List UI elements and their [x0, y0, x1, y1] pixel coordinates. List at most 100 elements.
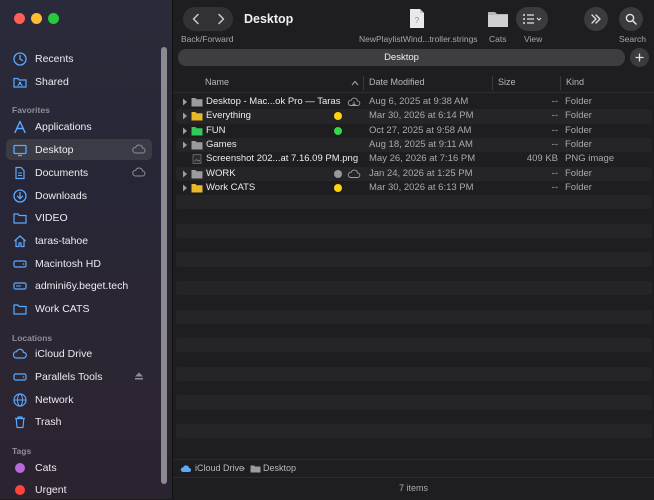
sidebar: Recents Shared Favorites Applications De…	[0, 0, 173, 499]
strings-file-icon[interactable]: ?	[409, 8, 425, 29]
minimize-window-button[interactable]	[31, 13, 42, 24]
yellow-folder-icon	[191, 112, 203, 121]
sidebar-item-label: Parallels Tools	[35, 370, 103, 383]
cloud-icon	[347, 169, 361, 178]
sidebar-item-macintosh-hd[interactable]: Macintosh HD	[6, 253, 152, 274]
disclosure-triangle-icon[interactable]	[182, 127, 188, 135]
server-drive-icon	[13, 279, 27, 293]
view-button[interactable]	[516, 7, 548, 31]
column-divider[interactable]	[492, 76, 493, 90]
status-bar: 7 items	[173, 477, 654, 500]
file-row[interactable]: Screenshot 202...at 7.16.09 PM.png May 26…	[176, 152, 652, 166]
path-item-icloud-drive[interactable]: iCloud Drive	[195, 463, 244, 473]
file-size: --	[551, 167, 558, 179]
empty-row	[176, 252, 652, 267]
empty-row	[176, 381, 652, 395]
item-count: 7 items	[398, 483, 428, 493]
sidebar-item-label: Trash	[35, 415, 62, 428]
sidebar-tag-urgent[interactable]: Urgent	[6, 479, 152, 500]
disclosure-triangle-icon[interactable]	[182, 184, 188, 192]
empty-row	[176, 423, 652, 439]
yellow-folder-icon	[191, 183, 203, 193]
new-tab-button[interactable]	[630, 48, 649, 67]
column-divider[interactable]	[363, 76, 364, 90]
sidebar-item-admini6y[interactable]: admini6y.beget.tech	[6, 275, 152, 296]
empty-row	[176, 352, 652, 366]
file-row[interactable]: Everything Mar 30, 2026 at 6:14 PM -- Folde…	[176, 109, 652, 124]
folder-icon	[13, 302, 27, 316]
path-item-desktop[interactable]: Desktop	[263, 463, 296, 473]
file-date-modified: Aug 18, 2025 at 9:11 AM	[369, 138, 473, 150]
plus-icon	[635, 53, 644, 62]
file-kind: Folder	[565, 124, 592, 136]
sidebar-item-downloads[interactable]: Downloads	[6, 185, 152, 206]
path-bar: iCloud Drive › Desktop	[173, 459, 654, 477]
column-divider[interactable]	[560, 76, 561, 90]
search-button[interactable]	[619, 7, 643, 31]
sidebar-item-desktop[interactable]: Desktop	[6, 139, 152, 160]
tab-desktop[interactable]: Desktop	[178, 49, 625, 66]
file-row[interactable]: Desktop - Mac...ok Pro — Taras Aug 6, 202…	[176, 95, 652, 109]
empty-row	[176, 395, 652, 410]
sidebar-item-icloud-drive[interactable]: iCloud Drive	[6, 343, 152, 364]
folder-icon	[13, 211, 27, 225]
drive-icon	[13, 370, 27, 384]
sidebar-item-label: Downloads	[35, 189, 87, 202]
sidebar-item-shared[interactable]: Shared	[6, 71, 152, 92]
back-button[interactable]	[183, 7, 208, 31]
disclosure-triangle-icon[interactable]	[182, 170, 188, 178]
sidebar-item-label: VIDEO	[35, 211, 68, 224]
forward-button[interactable]	[208, 7, 233, 31]
folder-icon	[250, 465, 261, 473]
sidebar-item-parallels-tools[interactable]: Parallels Tools	[6, 366, 152, 387]
file-name: WORK	[206, 167, 236, 179]
sidebar-scrollbar[interactable]	[161, 47, 167, 484]
column-header-size[interactable]: Size	[498, 77, 516, 87]
file-row[interactable]: FUN Oct 27, 2025 at 9:58 AM -- Folder	[176, 124, 652, 138]
file-name: Everything	[206, 110, 251, 122]
sidebar-item-label: Applications	[35, 120, 92, 133]
sidebar-tag-cats[interactable]: Cats	[6, 457, 152, 478]
tag-dot	[334, 169, 342, 178]
fullscreen-window-button[interactable]	[48, 13, 59, 24]
column-header-name[interactable]: Name	[205, 77, 229, 87]
cloud-download-icon[interactable]	[347, 97, 361, 107]
empty-row	[176, 280, 652, 296]
file-kind: Folder	[565, 138, 592, 150]
download-icon	[13, 188, 27, 203]
more-toolbar-items-button[interactable]	[584, 7, 608, 31]
file-name: FUN	[206, 124, 226, 136]
disclosure-triangle-icon[interactable]	[182, 141, 188, 149]
column-header-date[interactable]: Date Modified	[369, 77, 425, 87]
file-name: Games	[206, 138, 237, 150]
sidebar-item-work-cats[interactable]: Work CATS	[6, 298, 152, 319]
sidebar-item-applications[interactable]: Applications	[6, 116, 152, 137]
column-header-kind[interactable]: Kind	[566, 77, 584, 87]
sidebar-item-label: Work CATS	[35, 302, 90, 315]
sidebar-item-taras-tahoe[interactable]: taras-tahoe	[6, 230, 152, 251]
sidebar-item-label: Desktop	[35, 143, 74, 156]
close-window-button[interactable]	[14, 13, 25, 24]
file-name: Work CATS	[206, 181, 256, 193]
gray-folder-icon	[191, 169, 203, 178]
file-row[interactable]: Work CATS Mar 30, 2026 at 6:13 PM -- Folder	[176, 181, 652, 195]
cloud-icon	[180, 465, 191, 472]
disclosure-triangle-icon[interactable]	[182, 98, 188, 106]
disclosure-triangle-icon[interactable]	[182, 112, 188, 120]
eject-icon[interactable]	[132, 370, 146, 382]
sidebar-item-recents[interactable]: Recents	[6, 48, 152, 69]
sidebar-item-trash[interactable]: Trash	[6, 411, 152, 432]
file-kind: Folder	[565, 167, 592, 179]
sidebar-item-documents[interactable]: Documents	[6, 162, 152, 183]
sidebar-item-network[interactable]: Network	[6, 389, 152, 410]
sidebar-item-label: Macintosh HD	[35, 257, 101, 270]
empty-row	[176, 324, 652, 338]
empty-row	[176, 295, 652, 309]
sidebar-item-video[interactable]: VIDEO	[6, 207, 152, 228]
file-row[interactable]: Games Aug 18, 2025 at 9:11 AM -- Folder	[176, 137, 652, 153]
file-date-modified: Oct 27, 2025 at 9:58 AM	[369, 124, 472, 136]
sidebar-item-label: Recents	[35, 52, 74, 65]
folder-icon[interactable]	[487, 8, 509, 29]
file-row[interactable]: WORK Jan 24, 2026 at 1:25 PM -- Folder	[176, 166, 652, 181]
cats-caption: Cats	[489, 34, 507, 44]
